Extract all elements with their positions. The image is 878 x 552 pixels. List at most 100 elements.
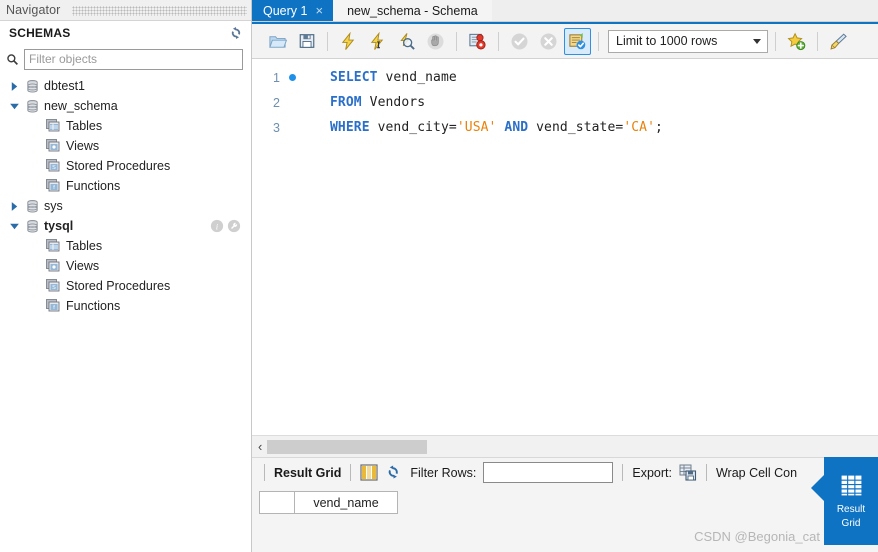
tab-query-1[interactable]: Query 1 ×: [252, 0, 334, 21]
result-toolbar: Result Grid Filter Rows: Export: Wrap Ce…: [252, 457, 878, 487]
row-limit-select[interactable]: Limit to 1000 rows: [608, 29, 768, 53]
tree-item-functions[interactable]: f Functions: [0, 176, 251, 196]
svg-text:S: S: [52, 285, 56, 291]
svg-text:S: S: [52, 165, 56, 171]
explain-statement-icon[interactable]: [393, 28, 420, 55]
tree-item-tables[interactable]: Tables: [0, 236, 251, 256]
sql-editor[interactable]: 1 SELECT vend_name 2 FROM Vendors 3 WHER…: [252, 59, 878, 435]
row-number-header: [259, 491, 295, 514]
scrollbar-track[interactable]: [267, 439, 878, 454]
views-icon: [46, 258, 62, 274]
main-area: Query 1 × new_schema - Schema Limit to 1…: [252, 0, 878, 552]
tree-item-new-schema[interactable]: new_schema: [0, 96, 251, 116]
tree-item-sys[interactable]: sys: [0, 196, 251, 216]
filter-rows-input[interactable]: [483, 462, 614, 483]
chevron-right-icon[interactable]: [8, 80, 21, 93]
mysql-workbench-window: Navigator SCHEMAS Filter objects dbtest1…: [0, 0, 878, 552]
info-icon[interactable]: i: [210, 219, 224, 233]
commit-icon[interactable]: [506, 28, 533, 55]
sql-keyword: SELECT: [330, 70, 378, 85]
code-line: 2 FROM Vendors: [252, 90, 878, 115]
save-sql-file-icon[interactable]: [293, 28, 320, 55]
toolbar-separator: [622, 464, 624, 481]
tree-item-stored-procedures[interactable]: S Stored Procedures: [0, 156, 251, 176]
code-text: SELECT vend_name: [300, 70, 457, 85]
refresh-icon[interactable]: [229, 26, 243, 40]
tree-item-tables[interactable]: Tables: [0, 116, 251, 136]
open-sql-file-icon[interactable]: [264, 28, 291, 55]
sql-code-area[interactable]: 1 SELECT vend_name 2 FROM Vendors 3 WHER…: [252, 59, 878, 140]
stop-execution-icon[interactable]: [422, 28, 449, 55]
filter-objects-input[interactable]: [24, 48, 243, 70]
export-label: Export:: [632, 465, 672, 480]
toolbar-separator: [775, 31, 776, 51]
line-number: 2: [273, 95, 280, 110]
chevron-down-icon[interactable]: [753, 38, 761, 44]
tree-item-label: Functions: [66, 179, 121, 193]
editor-horizontal-scrollbar[interactable]: ‹: [252, 435, 878, 457]
column-header-vend-name[interactable]: vend_name: [294, 491, 398, 514]
tree-item-label: Functions: [66, 299, 121, 313]
chevron-left-icon[interactable]: ‹: [258, 440, 262, 453]
scrollbar-thumb[interactable]: [267, 439, 428, 454]
tree-item-label: Stored Procedures: [66, 159, 171, 173]
sql-keyword: WHERE: [330, 120, 370, 135]
code-text: WHERE vend_city='USA' AND vend_state='CA…: [300, 120, 663, 135]
result-panel: Result Grid Filter Rows: Export: Wrap Ce…: [252, 457, 878, 552]
rollback-icon[interactable]: [535, 28, 562, 55]
toolbar-separator: [264, 464, 265, 481]
functions-icon: f: [46, 178, 62, 194]
code-line: 1 SELECT vend_name: [252, 65, 878, 90]
line-number: 3: [273, 120, 280, 135]
autocommit-toggle-icon[interactable]: [564, 27, 591, 55]
side-tab-label-line2: Grid: [841, 518, 861, 529]
sql-plain: vend_city=: [369, 120, 457, 135]
tree-item-label: Stored Procedures: [66, 279, 171, 293]
result-grid-header: vend_name: [252, 491, 878, 514]
tree-item-label: sys: [44, 199, 63, 213]
tree-item-stored-procedures[interactable]: S Stored Procedures: [0, 276, 251, 296]
tree-item-views[interactable]: Views: [0, 136, 251, 156]
chevron-down-icon[interactable]: [8, 100, 21, 113]
chevron-down-icon[interactable]: [8, 220, 21, 233]
execute-current-statement-icon[interactable]: [364, 28, 391, 55]
wrench-icon[interactable]: [227, 219, 241, 233]
result-grid-side-tab[interactable]: Result Grid: [824, 457, 878, 545]
tables-icon: [46, 118, 62, 134]
tree-item-functions[interactable]: f Functions: [0, 296, 251, 316]
beautify-sql-icon[interactable]: [825, 28, 852, 55]
database-icon: [25, 199, 40, 214]
side-panel-arrow: [811, 475, 824, 501]
tab-new-schema-schema[interactable]: new_schema - Schema: [333, 0, 492, 21]
execute-statement-icon[interactable]: [335, 28, 362, 55]
toolbar-separator: [817, 31, 818, 51]
database-icon: [25, 79, 40, 94]
tree-item-dbtest1[interactable]: dbtest1: [0, 76, 251, 96]
toolbar-separator: [598, 31, 599, 51]
stored-procedures-icon: S: [46, 278, 62, 294]
add-snippet-icon[interactable]: [783, 28, 810, 55]
toolbar-separator: [456, 31, 457, 51]
side-tab-label-line1: Result: [836, 504, 866, 515]
row-limit-label: Limit to 1000 rows: [616, 34, 718, 48]
navigator-header: Navigator: [0, 0, 251, 21]
grid-view-icon[interactable]: [360, 464, 378, 481]
tree-item-label: dbtest1: [44, 79, 86, 93]
views-icon: [46, 138, 62, 154]
tree-item-tysql[interactable]: tysql i: [0, 216, 251, 236]
chevron-right-icon[interactable]: [8, 200, 21, 213]
navigator-panel: Navigator SCHEMAS Filter objects dbtest1…: [0, 0, 252, 552]
wrap-cell-content-label[interactable]: Wrap Cell Con: [716, 466, 797, 480]
tree-item-label: Views: [66, 259, 100, 273]
tree-item-label: Views: [66, 139, 100, 153]
schemas-title: SCHEMAS: [9, 26, 71, 40]
tab-label: new_schema - Schema: [347, 3, 478, 18]
close-icon[interactable]: ×: [314, 4, 324, 17]
result-grid-label: Result Grid: [274, 465, 342, 480]
sql-keyword: FROM: [330, 95, 362, 110]
schemas-header-bar: SCHEMAS: [0, 21, 251, 45]
toggle-breakpoint-icon[interactable]: [464, 28, 491, 55]
refresh-grid-icon[interactable]: [385, 464, 403, 481]
tree-item-views[interactable]: Views: [0, 256, 251, 276]
export-recordset-icon[interactable]: [679, 464, 697, 481]
